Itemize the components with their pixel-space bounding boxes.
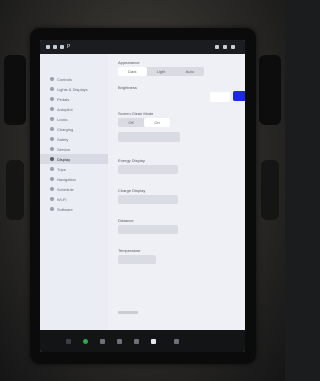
sidebar-item-label: Navigation <box>57 176 76 182</box>
sidebar-item-controls[interactable]: Controls <box>40 74 108 84</box>
display-settings: Appearance Dark Light Auto Brightness Sc… <box>112 54 245 330</box>
air-vent-left-lower <box>6 160 24 220</box>
wrench-icon <box>50 147 54 151</box>
appearance-option-light[interactable]: Light <box>147 67 176 76</box>
charge-label: Charge Display <box>118 188 146 193</box>
screen-clean-on[interactable]: On <box>144 118 170 127</box>
car-icon <box>50 77 54 81</box>
brightness-label: Brightness <box>118 85 137 90</box>
sidebar-item-service[interactable]: Service <box>40 144 108 154</box>
pedal-icon <box>50 97 54 101</box>
settings-panel: Controls Lights & Displays Pedals Autopi… <box>40 54 245 330</box>
touchscreen: P Controls Lights & Displays Pedals Auto… <box>40 40 245 352</box>
sidebar-item-label: Service <box>57 146 71 152</box>
media-icon[interactable] <box>151 338 156 344</box>
status-bar: P <box>40 40 245 54</box>
wifi-icon <box>50 197 54 201</box>
sidebar-item-pedals[interactable]: Pedals <box>40 94 108 104</box>
distance-label: Distance <box>118 218 134 223</box>
air-vent-right <box>259 55 281 125</box>
clock-icon <box>50 187 54 191</box>
trip-icon <box>50 167 54 171</box>
lock-icon[interactable] <box>53 45 57 49</box>
sidebar-item-label: Locks <box>57 116 68 122</box>
bottom-dock <box>40 330 245 352</box>
sidebar-item-label: Pedals <box>57 96 70 102</box>
shield-icon <box>50 137 54 141</box>
signal-icon <box>231 45 235 49</box>
phone-icon[interactable] <box>83 338 88 344</box>
screen-clean-off[interactable]: Off <box>118 118 144 127</box>
volume-icon[interactable] <box>174 338 179 344</box>
energy-dropdown[interactable] <box>118 165 178 174</box>
sidebar-item-label: Controls <box>57 76 72 82</box>
bluetooth-icon <box>223 45 227 49</box>
steering-wheel-icon <box>50 107 54 111</box>
sidebar-item-navigation[interactable]: Navigation <box>40 174 108 184</box>
sidebar-item-label: Lights & Displays <box>57 86 88 92</box>
profile-icon[interactable] <box>215 45 219 49</box>
appearance-segmented-control[interactable]: Dark Light Auto <box>118 67 204 76</box>
appearance-option-auto[interactable]: Auto <box>175 67 204 76</box>
temperature-label: Temperature <box>118 248 141 253</box>
bolt-icon <box>50 127 54 131</box>
sidebar-item-label: Schedule <box>57 186 74 192</box>
energy-label: Energy Display <box>118 158 145 163</box>
gear-indicator: P <box>67 44 71 50</box>
car-icon[interactable] <box>46 45 50 49</box>
sidebar-item-display[interactable]: Display <box>40 154 108 164</box>
sidebar-item-schedule[interactable]: Schedule <box>40 184 108 194</box>
sidebar-item-trips[interactable]: Trips <box>40 164 108 174</box>
sidebar-item-autopilot[interactable]: Autopilot <box>40 104 108 114</box>
air-vent-right-lower <box>261 160 279 220</box>
sidebar-item-label: Charging <box>57 126 74 132</box>
sidebar-item-label: Safety <box>57 136 69 142</box>
car-icon[interactable] <box>66 338 71 344</box>
download-icon <box>50 207 54 211</box>
sidebar-item-label: Display <box>57 156 71 162</box>
air-vent-left <box>4 55 26 125</box>
appearance-option-dark[interactable]: Dark <box>118 67 147 76</box>
appearance-label: Appearance <box>118 60 140 65</box>
screen-clean-label: Screen Clean Mode <box>118 111 154 116</box>
navigation-icon <box>50 177 54 181</box>
sidebar-item-label: Trips <box>57 166 66 172</box>
app-launcher-icon[interactable] <box>100 338 105 344</box>
brightness-primary-button[interactable] <box>233 91 245 101</box>
sidebar-item-charging[interactable]: Charging <box>40 124 108 134</box>
sidebar-item-wifi[interactable]: Wi-Fi <box>40 194 108 204</box>
charge-dropdown[interactable] <box>118 195 178 204</box>
screen-clean-button[interactable] <box>118 132 180 142</box>
sidebar-item-label: Wi-Fi <box>57 196 67 202</box>
display-icon <box>50 157 54 161</box>
sidebar-item-locks[interactable]: Locks <box>40 114 108 124</box>
camera-icon[interactable] <box>117 338 122 344</box>
settings-sidebar: Controls Lights & Displays Pedals Autopi… <box>40 54 108 330</box>
lock-icon <box>50 117 54 121</box>
brightness-secondary-button[interactable] <box>210 92 230 102</box>
light-icon <box>50 87 54 91</box>
sidebar-item-safety[interactable]: Safety <box>40 134 108 144</box>
scroll-indicator <box>118 311 138 314</box>
sidebar-item-label: Autopilot <box>57 106 73 112</box>
sidebar-item-label: Software <box>57 206 73 212</box>
driver-icon[interactable] <box>60 45 64 49</box>
screen-clean-toggle[interactable]: Off On <box>118 118 170 127</box>
music-icon[interactable] <box>134 338 139 344</box>
sidebar-item-lights[interactable]: Lights & Displays <box>40 84 108 94</box>
sidebar-item-software[interactable]: Software <box>40 204 108 214</box>
temperature-dropdown[interactable] <box>118 255 156 264</box>
distance-dropdown[interactable] <box>118 225 178 234</box>
